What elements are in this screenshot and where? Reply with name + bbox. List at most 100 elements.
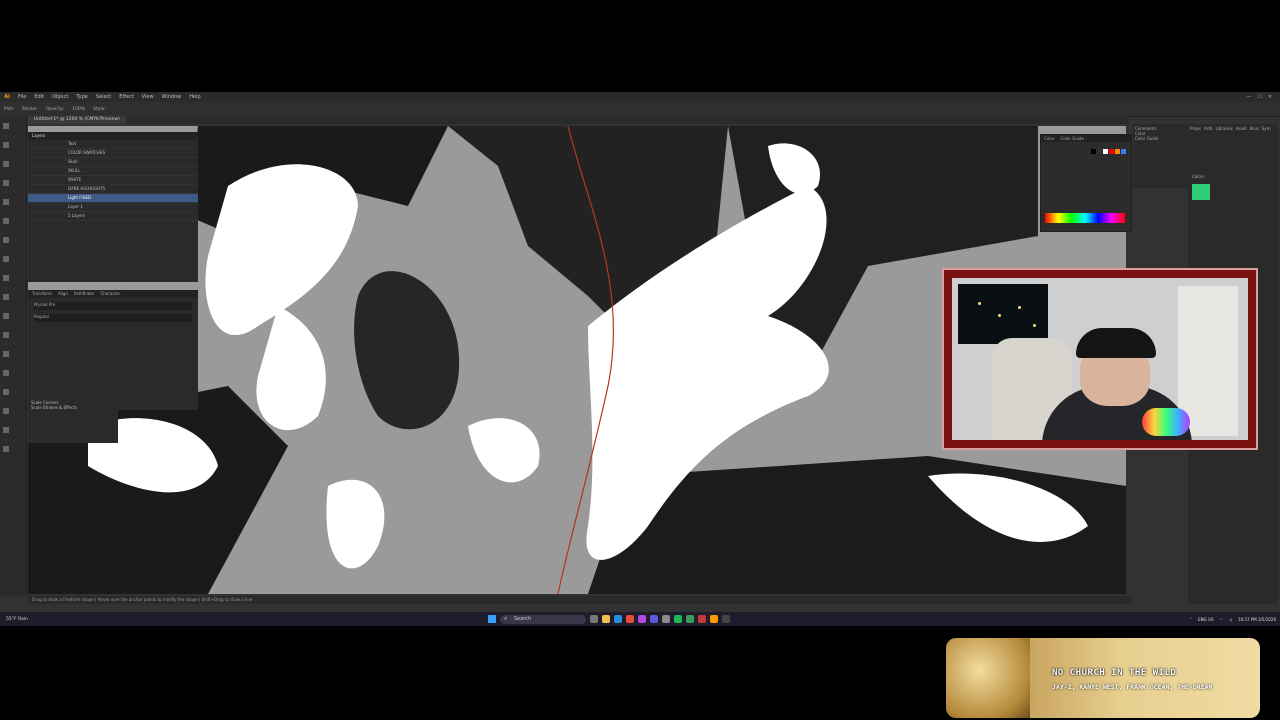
webcam-overlay [942, 268, 1258, 450]
eraser-tool-icon[interactable] [3, 294, 9, 300]
gradient-tool-icon[interactable] [3, 389, 9, 395]
layer-row[interactable]: Skull [28, 158, 198, 167]
tab-brushes[interactable]: Brus [1250, 126, 1259, 131]
color-panel-tabs: Color Color Guide [1041, 135, 1131, 142]
shape-builder-tool-icon[interactable] [3, 370, 9, 376]
color-panel: Color Color Guide [1040, 134, 1132, 232]
document-tab[interactable]: Untitled-1* @ 1200 % (CMYK/Preview) [28, 116, 126, 124]
direct-selection-tool-icon[interactable] [3, 142, 9, 148]
scale-strokes-checkbox[interactable]: Scale Strokes & Effects [31, 405, 115, 410]
pencil-tool-icon[interactable] [3, 275, 9, 281]
app-icon[interactable] [686, 615, 694, 623]
swatch[interactable] [1097, 149, 1102, 154]
color-guide-item[interactable]: Color Guide [1135, 136, 1189, 141]
app-icon[interactable] [698, 615, 706, 623]
swatch[interactable] [1103, 149, 1108, 154]
menu-type[interactable]: Type [72, 94, 91, 100]
swatch[interactable] [1115, 149, 1120, 154]
tab-transform[interactable]: Transform [32, 290, 52, 298]
tab-align[interactable]: Align [58, 290, 68, 298]
rgb-microphone [1142, 408, 1190, 436]
tab-symbols[interactable]: Sym [1262, 126, 1271, 131]
type-tool-icon[interactable] [3, 199, 9, 205]
track-artist: JAY-Z, KANYE WEST, FRANK OCEAN, THE-DREA… [1052, 683, 1213, 691]
menu-help[interactable]: Help [185, 94, 204, 100]
edge-icon[interactable] [614, 615, 622, 623]
scale-tool-icon[interactable] [3, 332, 9, 338]
wifi-icon[interactable]: ◠ [1220, 617, 1224, 622]
status-bar: Drag to draw a freeform shape | Hover ov… [28, 596, 1132, 604]
tab-artboards[interactable]: Artb [1204, 126, 1213, 131]
app-icon[interactable] [650, 615, 658, 623]
control-stroke-label[interactable]: Stroke: [18, 107, 42, 112]
layers-panel-title[interactable]: Layers [28, 132, 198, 140]
line-tool-icon[interactable] [3, 218, 9, 224]
font-family-field[interactable]: Myriad Pro [34, 302, 192, 310]
menu-window[interactable]: Window [158, 94, 186, 100]
library-color-swatch[interactable] [1192, 184, 1210, 200]
window-controls: — ☐ ✕ [1246, 94, 1280, 100]
layer-row[interactable]: SKULL [28, 167, 198, 176]
tab-libraries[interactable]: Libraries [1215, 126, 1232, 131]
paintbrush-tool-icon[interactable] [3, 256, 9, 262]
menu-effect[interactable]: Effect [115, 94, 137, 100]
taskbar-search[interactable]: Search [500, 614, 586, 624]
zoom-tool-icon[interactable] [3, 446, 9, 452]
control-opacity-value[interactable]: 100% [68, 107, 89, 112]
volume-icon[interactable]: ◁ [1229, 617, 1232, 622]
weather-widget[interactable]: 55°F Rain [6, 617, 28, 622]
width-tool-icon[interactable] [3, 351, 9, 357]
tab-color[interactable]: Color [1044, 135, 1054, 142]
menu-file[interactable]: File [14, 94, 30, 100]
window-night-view [958, 284, 1048, 344]
layer-row[interactable]: Layer 1 [28, 203, 198, 212]
swatch[interactable] [1091, 149, 1096, 154]
close-icon[interactable]: ✕ [1268, 94, 1272, 100]
task-view-icon[interactable] [590, 615, 598, 623]
layer-row[interactable]: COLOR SWATCHES [28, 149, 198, 158]
tab-props[interactable]: Props [1190, 126, 1201, 131]
layer-row[interactable]: Text [28, 140, 198, 149]
taskbar-center: Search [488, 614, 730, 624]
color-spectrum[interactable] [1045, 213, 1125, 223]
clock[interactable]: 10:57 PM 3/5/2026 [1238, 617, 1276, 622]
tab-color-guide[interactable]: Color Guide [1060, 135, 1083, 142]
rotate-tool-icon[interactable] [3, 313, 9, 319]
lang-code: ENG [1198, 616, 1207, 622]
rectangle-tool-icon[interactable] [3, 237, 9, 243]
hand-tool-icon[interactable] [3, 427, 9, 433]
selection-tool-icon[interactable] [3, 123, 9, 129]
curvature-tool-icon[interactable] [3, 180, 9, 186]
file-explorer-icon[interactable] [602, 615, 610, 623]
eyedropper-tool-icon[interactable] [3, 408, 9, 414]
pen-tool-icon[interactable] [3, 161, 9, 167]
layer-row[interactable]: DARK HIGHLIGHTS [28, 185, 198, 194]
menu-object[interactable]: Object [48, 94, 72, 100]
app-icon[interactable] [638, 615, 646, 623]
maximize-icon[interactable]: ☐ [1257, 94, 1261, 100]
language-indicator[interactable]: ENG US [1198, 617, 1213, 622]
chrome-icon[interactable] [626, 615, 634, 623]
tray-chevron-icon[interactable]: ˄ [1190, 617, 1192, 622]
layer-row-selected[interactable]: Light FIXED [28, 194, 198, 203]
minimize-icon[interactable]: — [1246, 94, 1251, 100]
start-icon[interactable] [488, 615, 496, 623]
menu-view[interactable]: View [138, 94, 158, 100]
tab-character[interactable]: Character [100, 290, 120, 298]
illustrator-icon[interactable] [710, 615, 718, 623]
menu-select[interactable]: Select [92, 94, 115, 100]
swatch[interactable] [1109, 149, 1114, 154]
tab-pathfinder[interactable]: Pathfinder [74, 290, 95, 298]
settings-icon[interactable] [662, 615, 670, 623]
tab-asset[interactable]: Asset [1236, 126, 1247, 131]
app-icon[interactable] [722, 615, 730, 623]
swatch[interactable] [1121, 149, 1126, 154]
app-logo[interactable]: Ai [0, 94, 14, 100]
menu-edit[interactable]: Edit [30, 94, 48, 100]
spotify-icon[interactable] [674, 615, 682, 623]
control-style-label[interactable]: Style: [89, 107, 110, 112]
system-tray: ˄ ENG US ◠ ◁ 10:57 PM 3/5/2026 [1190, 617, 1276, 622]
control-opacity-label[interactable]: Opacity: [42, 107, 69, 112]
layer-row[interactable]: WHITE [28, 176, 198, 185]
font-style-field[interactable]: Regular [34, 314, 192, 322]
